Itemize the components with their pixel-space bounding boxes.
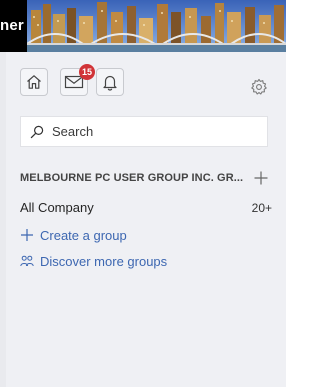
navigation-panel: 15 MELBOURNE PC USER GROUP INC. GR... Al… [6,52,286,387]
unread-badge: 15 [79,64,95,80]
plus-icon [21,229,33,241]
plus-icon[interactable] [253,170,269,186]
search-box[interactable] [20,116,268,147]
group-name: All Company [20,200,94,215]
create-group-label: Create a group [40,227,127,243]
people-icon [20,255,34,267]
discover-groups-link[interactable]: Discover more groups [20,252,167,270]
create-group-link[interactable]: Create a group [20,226,127,244]
search-icon [30,125,44,138]
notifications-button[interactable] [96,68,124,96]
home-button[interactable] [20,68,48,96]
bell-icon [103,75,117,91]
search-input[interactable] [52,124,252,139]
header-banner-image [27,0,286,52]
group-item-all-company[interactable]: All Company 20+ [20,200,272,218]
network-name: MELBOURNE PC USER GROUP INC. GR... [20,172,244,184]
group-unread-count: 20+ [251,201,272,215]
top-banner: ner [0,0,286,52]
home-icon [27,75,41,89]
brand-text: ner [0,17,24,34]
discover-groups-label: Discover more groups [40,253,168,269]
gear-icon[interactable] [250,78,268,96]
